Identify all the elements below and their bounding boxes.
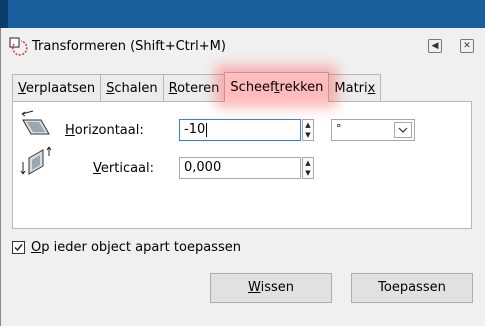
horizontal-value: -10 [184, 122, 206, 137]
checkmark-icon [14, 243, 23, 251]
tab-label-post: erplaatsen [25, 81, 96, 96]
apply-button[interactable]: Toepassen [351, 273, 473, 303]
spin-up-icon[interactable]: ▲ [303, 158, 313, 168]
vertical-row: Verticaal: [93, 156, 154, 180]
close-button[interactable]: ✕ [460, 39, 474, 53]
clear-button-accel: W [248, 280, 261, 295]
parent-window-strip [0, 0, 485, 28]
tab-label-accel: V [18, 81, 26, 96]
tab-label-accel: R [168, 81, 178, 96]
spin-down-icon[interactable]: ▼ [303, 168, 313, 178]
chevron-down-icon[interactable] [394, 122, 412, 138]
horizontal-label-rest: orizontaal: [74, 122, 144, 138]
dialog-title: Transformeren (Shift+Ctrl+M) [32, 38, 226, 54]
horizontal-input[interactable]: -10 [179, 119, 301, 141]
vertical-label: Verticaal: [93, 161, 154, 176]
spin-up-icon[interactable]: ▲ [303, 120, 313, 130]
clear-button[interactable]: Wissen [210, 273, 332, 303]
dock-button[interactable]: ◀ [428, 39, 442, 53]
close-icon: ✕ [463, 41, 471, 51]
horizontal-label: Horizontaal: [65, 123, 144, 138]
horizontal-row: Horizontaal: [65, 118, 144, 142]
tab-scheeftrekken[interactable]: Scheeftrekken [224, 72, 330, 102]
tab-label-pre: Matri [334, 81, 368, 96]
apply-separately-label: Op ieder object apart toepassen [31, 240, 241, 255]
vertical-label-accel: V [93, 160, 101, 176]
spin-down-icon[interactable]: ▼ [303, 130, 313, 140]
unit-select-value: ° [336, 122, 342, 135]
tab-label-post: rekken [279, 80, 324, 95]
horizontal-label-accel: H [65, 122, 75, 138]
vertical-input[interactable]: 0,000 [179, 157, 301, 179]
text-caret [206, 122, 208, 137]
vertical-label-rest: erticaal: [100, 160, 155, 176]
dock-icon: ◀ [431, 41, 439, 51]
tab-label-accel: x [367, 81, 376, 96]
apply-separately-accel: O [31, 239, 42, 255]
vertical-spinner[interactable]: ▲ ▼ [302, 157, 314, 179]
tab-bar: Verplaatsen Schalen Roteren Scheeftrekke… [12, 72, 382, 102]
horizontal-spinner[interactable]: ▲ ▼ [302, 119, 314, 141]
parent-window-edge [0, 0, 8, 28]
apply-separately-row[interactable]: Op ieder object apart toepassen [12, 237, 241, 257]
apply-separately-checkbox[interactable] [12, 240, 25, 254]
tab-label-post: oteren [177, 81, 220, 96]
unit-select[interactable]: ° [331, 119, 415, 141]
vertical-value: 0,000 [184, 160, 222, 175]
tab-verplaatsen[interactable]: Verplaatsen [12, 74, 102, 102]
vertical-skew-icon [19, 144, 53, 182]
tab-label-pre: Scheef [230, 80, 275, 95]
tab-label-post: chalen [114, 81, 158, 96]
skew-tab-panel: Horizontaal: -10 ▲ ▼ ° Verticaal: 0,000 … [12, 101, 472, 229]
clear-button-rest: issen [260, 280, 294, 295]
transform-dialog-icon [8, 36, 28, 56]
apply-separately-rest: p ieder object apart toepassen [41, 239, 241, 255]
tab-schalen[interactable]: Schalen [100, 74, 164, 102]
horizontal-skew-icon [19, 110, 53, 142]
dialog-titlebar: Transformeren (Shift+Ctrl+M) [8, 34, 478, 58]
